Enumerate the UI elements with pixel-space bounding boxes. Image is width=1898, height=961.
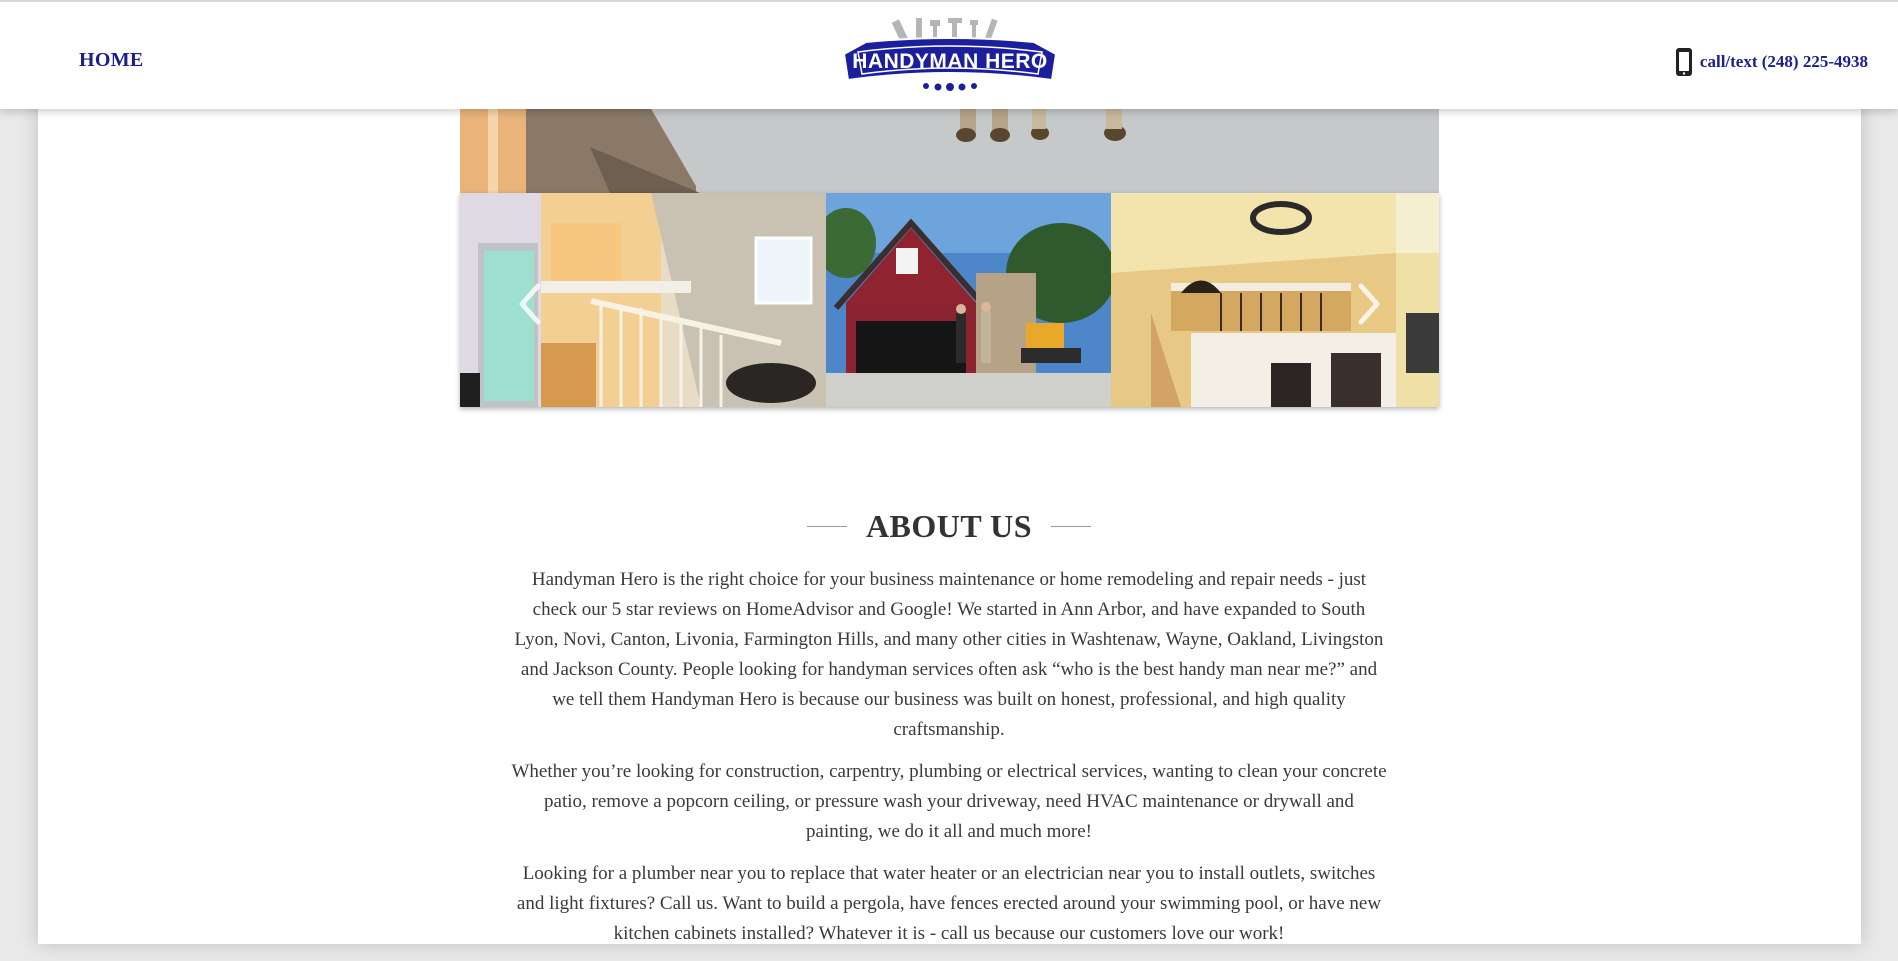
- heading-divider-right: [1051, 526, 1092, 527]
- hero-image-two-men-on-driveway: [460, 107, 1439, 193]
- stars-icon: [923, 83, 977, 91]
- phone-contact[interactable]: call/text (248) 225-4938: [1674, 47, 1868, 77]
- mobile-phone-icon: [1675, 48, 1692, 76]
- thumbnail-red-house-garage[interactable]: [826, 193, 1111, 407]
- site-header: HOME HANDYMAN HERO call/text (248) 225-4…: [0, 0, 1898, 109]
- about-title: ABOUT US: [865, 508, 1033, 544]
- thumbnail-carousel: [460, 193, 1439, 407]
- svg-text:HANDYMAN HERO: HANDYMAN HERO: [852, 50, 1048, 73]
- thumbnail-two-story-living-room[interactable]: [1111, 193, 1396, 407]
- about-paragraph: Looking for a plumber near you to replac…: [516, 863, 1382, 944]
- photo-gallery: [460, 107, 1439, 407]
- nav-home-link[interactable]: HOME: [79, 49, 144, 72]
- thumbnail-yellow-interior[interactable]: [1396, 193, 1439, 407]
- about-content: Handyman Hero is the right choice for yo…: [510, 565, 1388, 961]
- thumbnail-interior-staircase[interactable]: [541, 193, 826, 407]
- about-heading: ABOUT US: [0, 508, 1898, 545]
- chevron-right-icon[interactable]: [1357, 282, 1381, 326]
- hero-image-strip: [460, 107, 1439, 193]
- about-paragraph: Whether you’re looking for construction,…: [511, 761, 1387, 842]
- handyman-hero-logo[interactable]: HANDYMAN HERO: [838, 14, 1062, 98]
- heading-divider-left: [806, 526, 847, 527]
- phone-number-link[interactable]: call/text (248) 225-4938: [1700, 52, 1868, 72]
- chevron-left-icon[interactable]: [518, 282, 542, 326]
- about-paragraph: Handyman Hero is the right choice for yo…: [514, 569, 1384, 740]
